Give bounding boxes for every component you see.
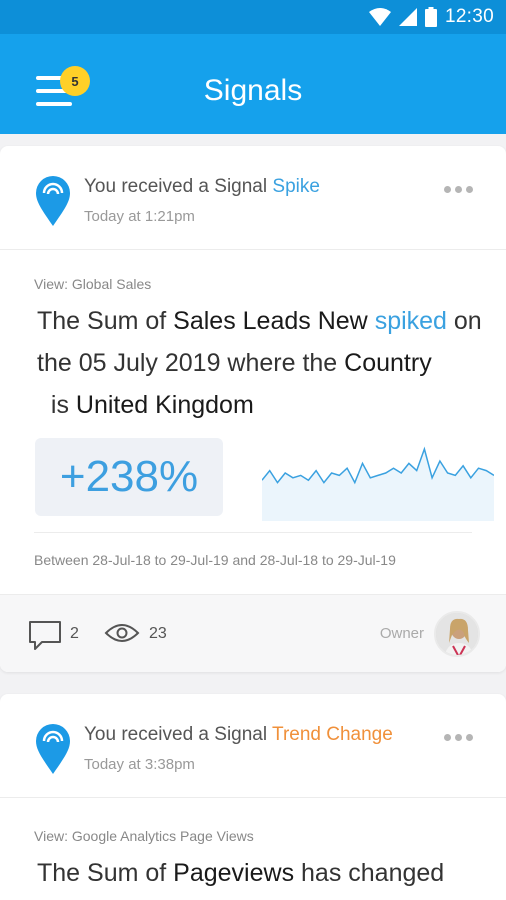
signal-type: Trend Change xyxy=(272,724,393,745)
signal-timestamp: Today at 3:38pm xyxy=(84,756,195,773)
avatar-image xyxy=(436,613,478,655)
more-options-button[interactable] xyxy=(444,730,476,744)
headline-text: The Sum of xyxy=(37,859,174,887)
divider xyxy=(34,532,472,533)
signal-pin-icon xyxy=(36,724,70,774)
card-header: You received a Signal Trend Change Today… xyxy=(0,694,506,798)
view-label: View: Google Analytics Page Views xyxy=(34,828,254,844)
status-bar: 12:30 xyxy=(0,0,506,34)
headline-text: is xyxy=(37,391,76,419)
view-label: View: Global Sales xyxy=(34,276,152,292)
wifi-icon xyxy=(368,8,391,26)
signal-prefix: You received a Signal xyxy=(84,724,273,745)
avatar[interactable] xyxy=(434,611,480,657)
status-time: 12:30 xyxy=(444,6,494,27)
comment-count: 2 xyxy=(70,625,79,642)
signal-received-text: You received a Signal Trend Change xyxy=(84,724,393,746)
headline-text: has changed xyxy=(294,859,445,887)
card-footer: 2 23 Owner xyxy=(0,594,506,672)
sparkline-chart xyxy=(262,446,494,521)
signal-action: spiked xyxy=(374,307,447,335)
dimension-name: Country xyxy=(344,349,432,377)
owner-label: Owner xyxy=(379,625,424,642)
signal-headline: The Sum of Pageviews has changed xyxy=(37,852,487,894)
page-title: Signals xyxy=(203,74,303,107)
signal-type: Spike xyxy=(272,176,320,197)
date-range: Between 28-Jul-18 to 29-Jul-19 and 28-Ju… xyxy=(34,552,396,568)
signal-card[interactable]: You received a Signal Spike Today at 1:2… xyxy=(0,146,506,672)
sparkline-area xyxy=(262,449,494,521)
headline-text: The Sum of xyxy=(37,307,174,335)
signal-received-text: You received a Signal Spike xyxy=(84,176,320,198)
signal-pin-icon xyxy=(36,176,70,226)
signal-prefix: You received a Signal xyxy=(84,176,273,197)
metric-name: Sales Leads New xyxy=(173,307,368,335)
eye-icon[interactable] xyxy=(104,621,140,645)
metric-name: Pageviews xyxy=(173,859,295,887)
cell-signal-icon xyxy=(398,8,417,26)
headline-text xyxy=(368,307,375,335)
comment-icon[interactable] xyxy=(28,619,62,651)
dimension-value: United Kingdom xyxy=(75,391,254,419)
signal-timestamp: Today at 1:21pm xyxy=(84,208,195,225)
more-options-button[interactable] xyxy=(444,182,476,196)
signal-headline: The Sum of Sales Leads New spiked on the… xyxy=(37,300,487,426)
percent-change: +238% xyxy=(35,438,223,516)
signal-card[interactable]: You received a Signal Trend Change Today… xyxy=(0,694,506,900)
battery-icon xyxy=(424,7,437,27)
status-icons: 12:30 xyxy=(368,6,494,28)
view-count: 23 xyxy=(149,625,167,642)
app-bar: 5 Signals xyxy=(0,34,506,134)
card-header: You received a Signal Spike Today at 1:2… xyxy=(0,146,506,250)
